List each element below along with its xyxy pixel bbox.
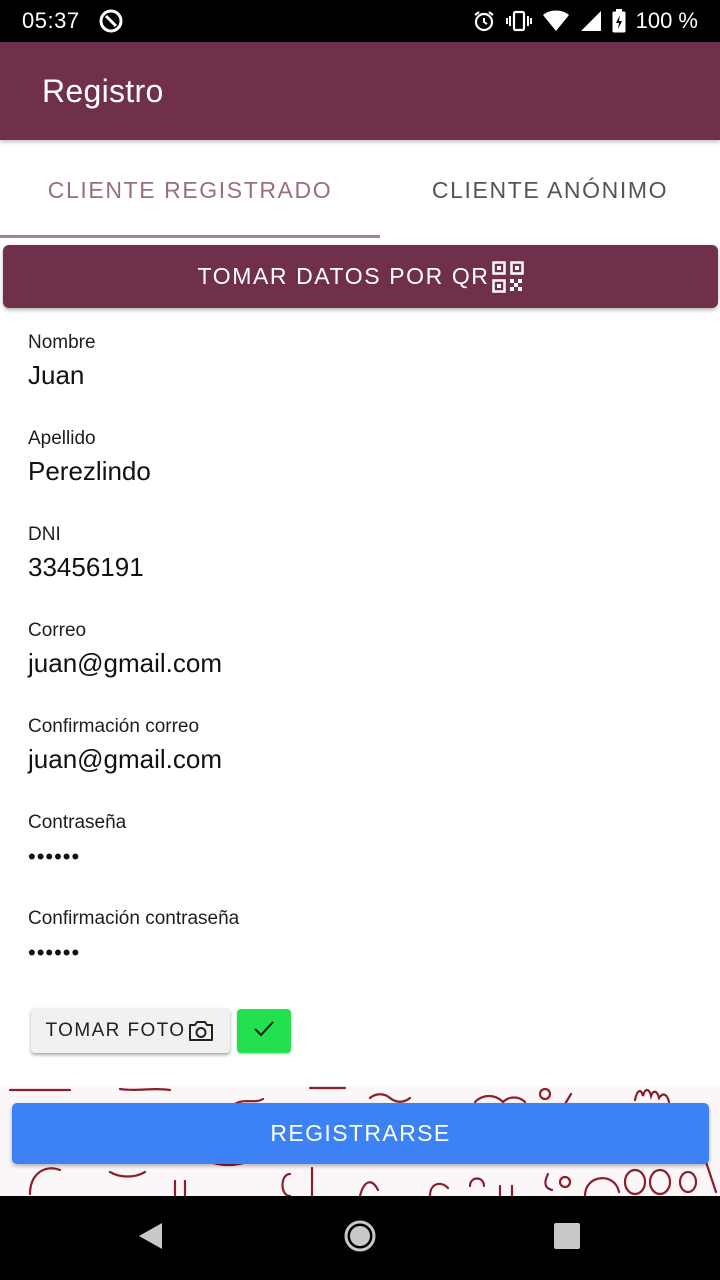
field-confirmacion-correo[interactable]: Confirmación correo juan@gmail.com [28, 716, 688, 775]
field-label: Correo [28, 620, 87, 641]
tab-bar: CLIENTE REGISTRADO CLIENTE ANÓNIMO [0, 142, 720, 238]
system-nav-bar [0, 1196, 720, 1280]
field-contrasena[interactable]: Contraseña •••••• [28, 812, 688, 870]
wifi-icon [542, 10, 570, 32]
nav-home-button[interactable] [315, 1196, 405, 1280]
check-icon [253, 1020, 275, 1043]
camera-icon [187, 1019, 215, 1043]
tab-indicator [0, 235, 380, 238]
back-icon [136, 1221, 164, 1256]
status-bar: 05:37 100 % [0, 0, 720, 42]
nombre-input[interactable]: Juan [28, 360, 688, 391]
battery-charging-icon [612, 9, 626, 33]
field-confirmacion-contrasena[interactable]: Confirmación contraseña •••••• [28, 908, 688, 966]
field-label: Contraseña [28, 812, 127, 833]
battery-percent: 100 % [635, 8, 698, 33]
confirmacion-correo-input[interactable]: juan@gmail.com [28, 744, 688, 775]
field-dni[interactable]: DNI 33456191 [28, 524, 688, 583]
data-saver-icon [98, 8, 124, 34]
register-button[interactable]: REGISTRARSE [12, 1103, 709, 1164]
status-icons: 100 % [472, 8, 698, 34]
photo-taken-badge [237, 1009, 291, 1053]
dni-input[interactable]: 33456191 [28, 552, 688, 583]
field-label: Confirmación contraseña [28, 908, 240, 929]
tab-cliente-anonimo[interactable]: CLIENTE ANÓNIMO [380, 142, 720, 238]
field-correo[interactable]: Correo juan@gmail.com [28, 620, 688, 679]
scan-qr-label: TOMAR DATOS POR QR [197, 263, 490, 289]
alarm-icon [472, 9, 496, 33]
qr-code-icon [491, 260, 524, 293]
vibrate-icon [505, 10, 532, 32]
contrasena-input[interactable]: •••••• [28, 844, 688, 870]
status-time: 05:37 [22, 8, 80, 33]
field-nombre[interactable]: Nombre Juan [28, 332, 688, 391]
field-label: DNI [28, 524, 61, 545]
take-photo-button[interactable]: TOMAR FOTO [31, 1008, 230, 1053]
field-label: Nombre [28, 332, 96, 353]
field-label: Confirmación correo [28, 716, 200, 737]
home-icon [343, 1219, 377, 1258]
scan-qr-button[interactable]: TOMAR DATOS POR QR [3, 245, 718, 308]
page-title: Registro [42, 72, 164, 109]
app-bar: Registro [0, 42, 720, 140]
field-label: Apellido [28, 428, 96, 449]
nav-recents-button[interactable] [522, 1196, 612, 1280]
nav-back-button[interactable] [105, 1196, 195, 1280]
signal-icon [580, 10, 602, 32]
recents-icon [553, 1222, 581, 1255]
tab-cliente-registrado[interactable]: CLIENTE REGISTRADO [0, 142, 380, 238]
confirmacion-contrasena-input[interactable]: •••••• [28, 940, 688, 966]
take-photo-label: TOMAR FOTO [45, 1019, 186, 1041]
apellido-input[interactable]: Perezlindo [28, 456, 688, 487]
correo-input[interactable]: juan@gmail.com [28, 648, 688, 679]
field-apellido[interactable]: Apellido Perezlindo [28, 428, 688, 487]
